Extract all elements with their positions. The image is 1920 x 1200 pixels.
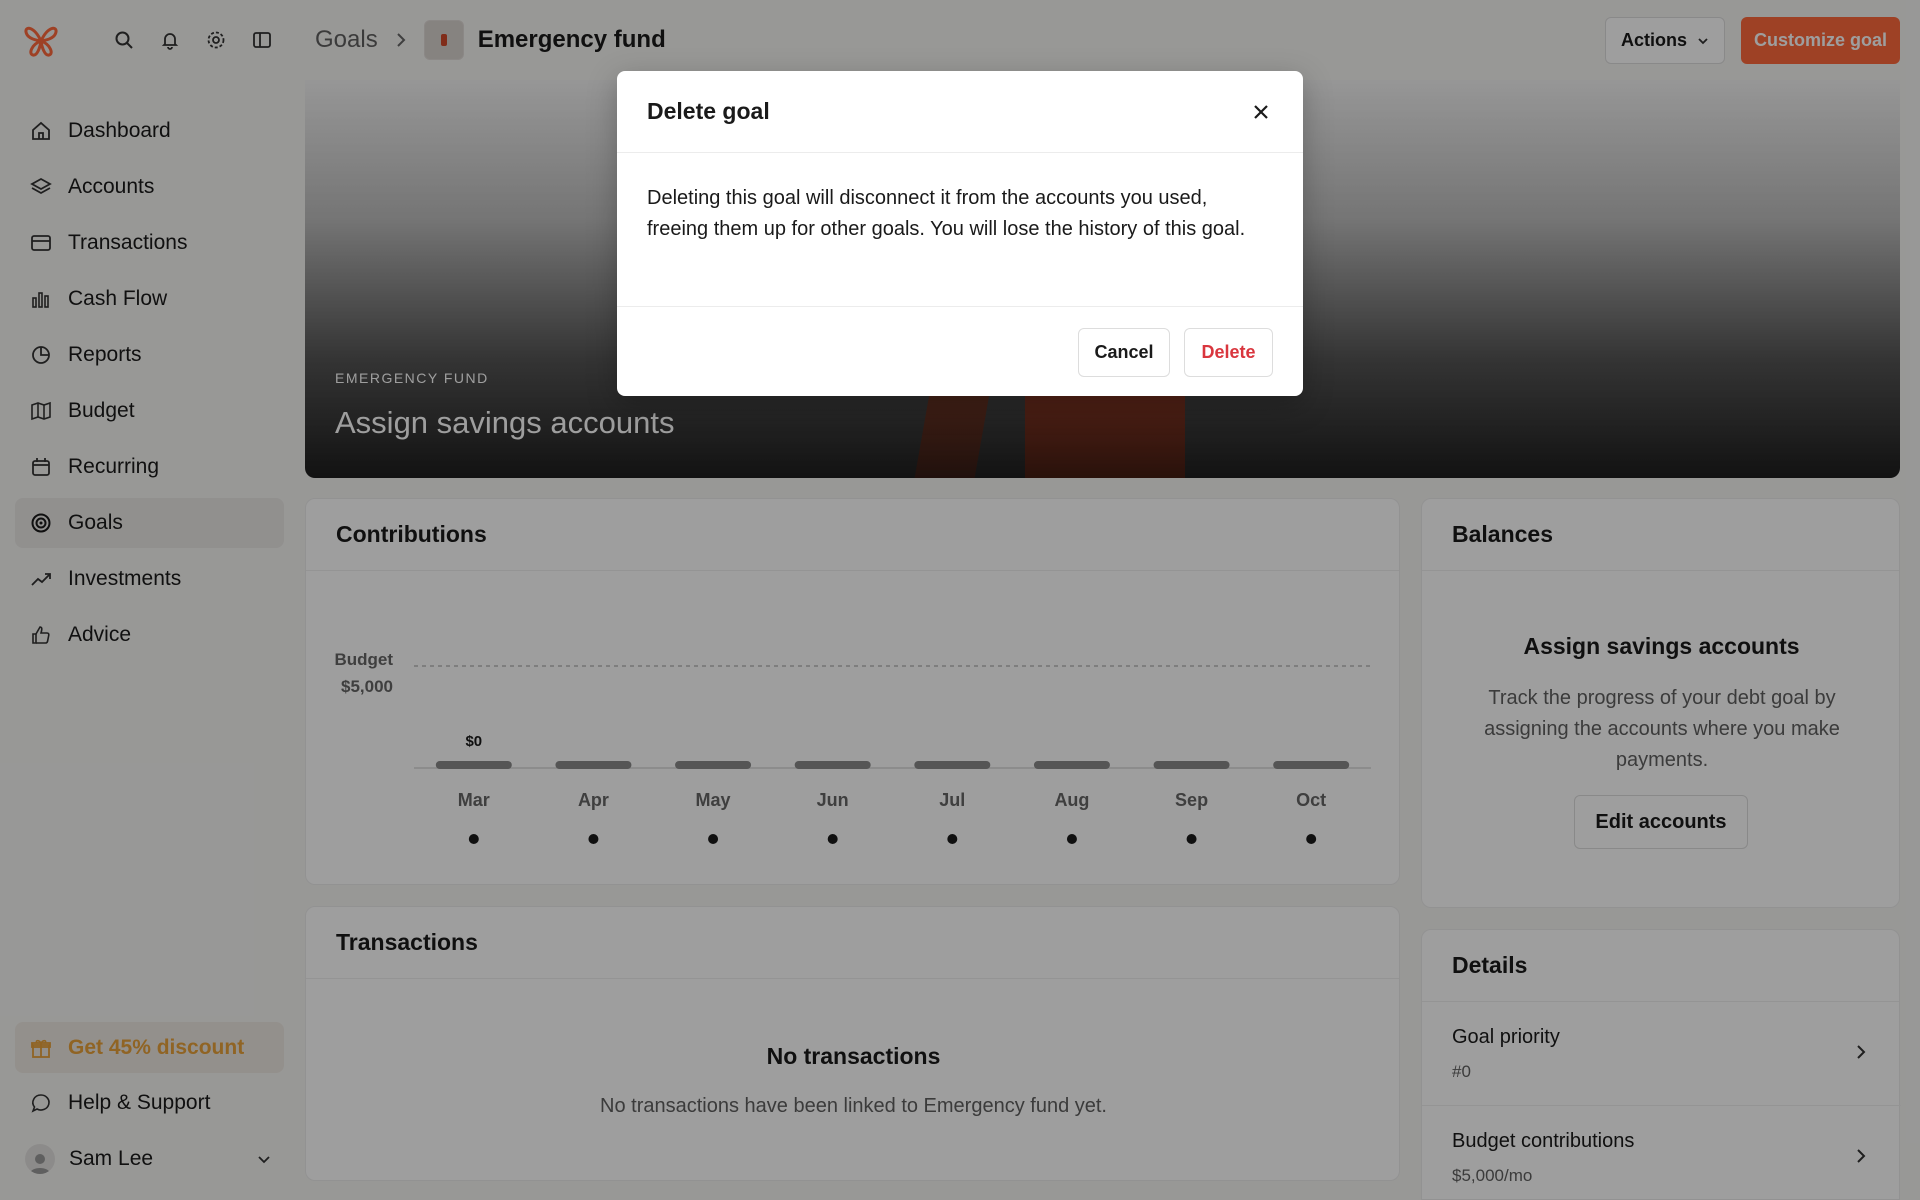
cancel-button[interactable]: Cancel [1078,328,1170,377]
dialog-body: Deleting this goal will disconnect it fr… [647,187,1246,240]
dialog-footer: Cancel Delete [617,306,1303,396]
close-icon[interactable] [1247,98,1275,126]
delete-button[interactable]: Delete [1184,328,1273,377]
delete-goal-dialog: Delete goal Deleting this goal will disc… [617,71,1303,396]
dialog-title: Delete goal [617,71,1303,153]
